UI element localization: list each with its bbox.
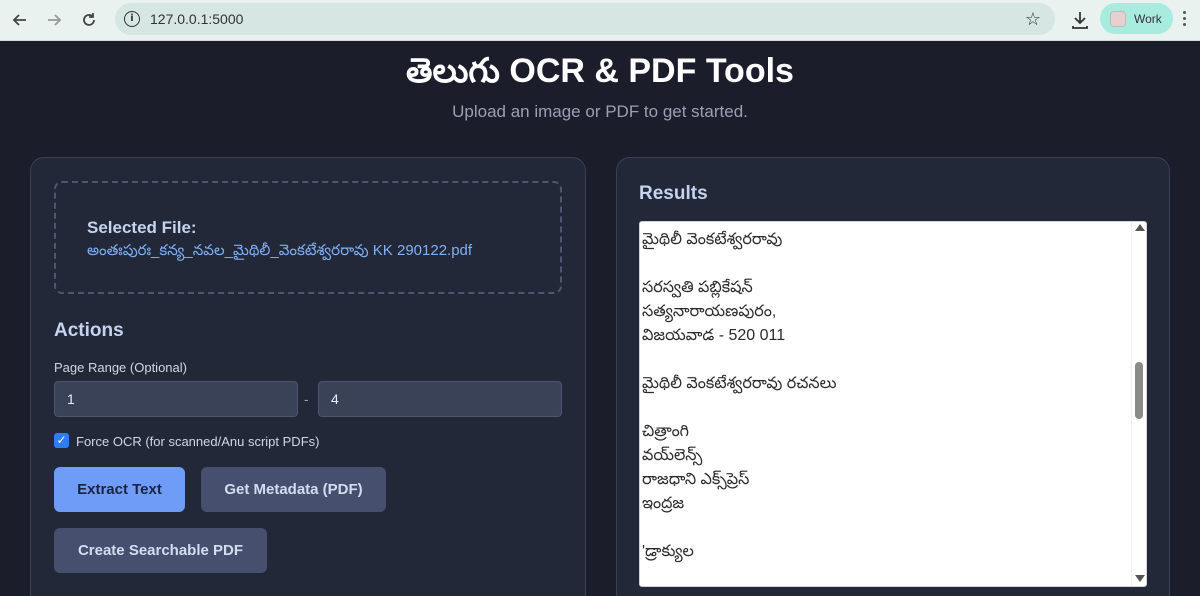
forward-arrow-icon[interactable] — [42, 8, 66, 32]
selected-file-name: అంతఃపురః_కన్య_నవల_మైథిలీ_వెంకటేశ్వరరావు … — [87, 242, 473, 259]
url-text[interactable]: 127.0.0.1:5000 — [150, 11, 243, 27]
scroll-thumb[interactable] — [1135, 362, 1143, 419]
actions-heading: Actions — [54, 320, 124, 341]
scroll-up-arrow-icon[interactable] — [1135, 224, 1145, 231]
reload-icon[interactable] — [77, 8, 101, 32]
address-bar[interactable]: i 127.0.0.1:5000 ☆ — [115, 3, 1055, 35]
result-line — [642, 252, 1130, 276]
more-menu-icon[interactable] — [1183, 11, 1187, 29]
bookmark-star-icon[interactable]: ☆ — [1025, 9, 1041, 30]
results-text: మైథిలీ వెంకటేశ్వరరావు సరస్వతి పబ్లికేషన్ స… — [640, 228, 1130, 586]
download-icon[interactable] — [1068, 8, 1092, 32]
profile-label: Work — [1134, 11, 1162, 26]
result-line: 'డ్రాక్యుల — [642, 543, 694, 560]
page-subtitle: Upload an image or PDF to get started. — [452, 102, 748, 121]
browser-toolbar: i 127.0.0.1:5000 ☆ Work — [0, 0, 1200, 41]
result-line — [642, 348, 1130, 372]
page-title: తెలుగు OCR & PDF Tools — [406, 52, 794, 90]
back-arrow-icon[interactable] — [8, 8, 32, 32]
profile-button[interactable]: Work — [1100, 3, 1173, 34]
result-line: విజయవాడ - 520 011 — [642, 327, 786, 344]
results-panel: Results మైథిలీ వెంకటేశ్వరరావు సరస్వతి పబ్… — [616, 157, 1170, 596]
results-heading: Results — [639, 183, 708, 204]
result-line: సత్యనారాయణపురం, — [642, 303, 777, 320]
range-separator: - — [304, 391, 309, 407]
result-line: చిత్రాంగి — [642, 423, 690, 440]
result-line: మైథిలీ వెంకటేశ్వరరావు రచనలు — [642, 375, 837, 392]
result-line — [642, 516, 1130, 540]
results-textarea[interactable]: మైథిలీ వెంకటేశ్వరరావు సరస్వతి పబ్లికేషన్ స… — [639, 221, 1147, 587]
avatar — [1110, 10, 1126, 27]
scroll-down-arrow-icon[interactable] — [1135, 575, 1145, 582]
page-range-from-input[interactable]: 1 — [54, 381, 298, 417]
create-searchable-pdf-button[interactable]: Create Searchable PDF — [54, 528, 267, 573]
get-metadata-button[interactable]: Get Metadata (PDF) — [201, 467, 386, 512]
result-line: వయ్‌లెన్స్ — [642, 447, 703, 464]
extract-text-button[interactable]: Extract Text — [54, 467, 185, 512]
tools-panel: Selected File: అంతఃపురః_కన్య_నవల_మైథిలీ_… — [30, 157, 586, 596]
site-info-icon[interactable]: i — [124, 11, 140, 27]
result-line: ఇంద్రజ — [642, 495, 685, 512]
result-line: సరస్వతి పబ్లికేషన్ — [642, 279, 753, 296]
result-line — [642, 396, 1130, 420]
page-range-label: Page Range (Optional) — [54, 360, 187, 375]
result-line: రాజధాని ఎక్స్‌ప్రెస్ — [642, 471, 750, 488]
page-range-to-input[interactable]: 4 — [318, 381, 562, 417]
selected-file-label: Selected File: — [87, 218, 197, 237]
force-ocr-label[interactable]: Force OCR (for scanned/Anu script PDFs) — [76, 434, 319, 449]
force-ocr-checkbox[interactable]: ✓ — [54, 433, 69, 448]
result-line: మైథిలీ వెంకటేశ్వరరావు — [642, 231, 783, 248]
file-dropzone[interactable]: Selected File: అంతఃపురః_కన్య_నవల_మైథిలీ_… — [54, 181, 562, 294]
result-line — [642, 564, 1130, 586]
results-scrollbar[interactable] — [1131, 222, 1146, 586]
